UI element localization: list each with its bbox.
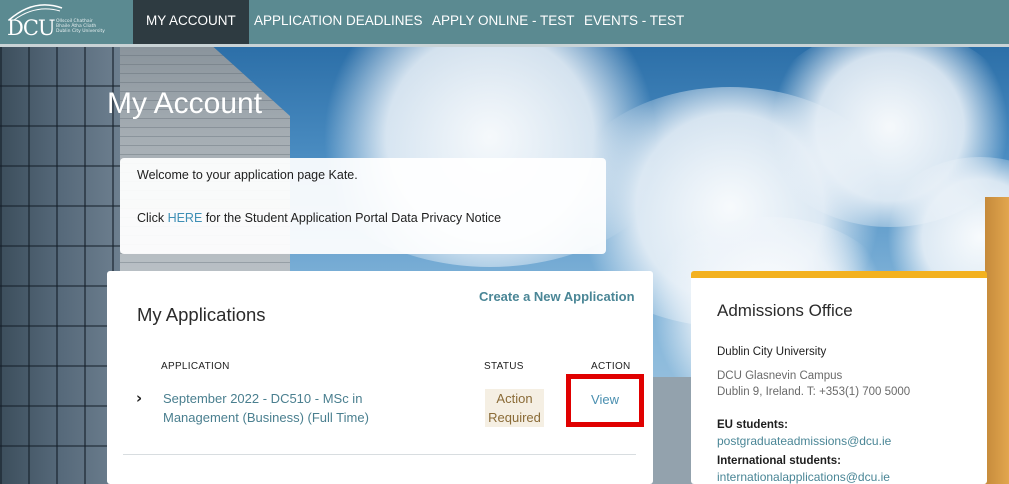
my-applications-title: My Applications: [137, 304, 266, 325]
building-right-edge: [985, 197, 1009, 484]
page-title: My Account: [107, 87, 263, 120]
column-header-action: ACTION: [591, 361, 631, 372]
privacy-notice-line: Click HERE for the Student Application P…: [137, 211, 502, 225]
welcome-message: Welcome to your application page Kate.: [137, 168, 358, 182]
building-distant: [650, 377, 695, 484]
international-students-label: International students:: [717, 455, 841, 467]
dcu-logo[interactable]: DCU Ollscoil Chathair Bhaile Átha Cliath…: [0, 0, 118, 44]
top-navbar: DCU Ollscoil Chathair Bhaile Átha Cliath…: [0, 0, 1009, 44]
logo-text: DCU: [7, 16, 56, 40]
application-name-link[interactable]: September 2022 - DC510 - MSc in Manageme…: [163, 390, 383, 427]
eu-students-email-link[interactable]: postgraduateadmissions@dcu.ie: [717, 434, 891, 448]
admissions-address-line1: DCU Glasnevin Campus: [717, 370, 843, 382]
hero-background: My Account Welcome to your application p…: [0, 47, 1009, 484]
nav-application-deadlines[interactable]: APPLICATION DEADLINES: [254, 0, 423, 44]
column-header-status: STATUS: [484, 361, 524, 372]
building-glass-facade: [0, 47, 120, 484]
admissions-office-title: Admissions Office: [717, 301, 853, 320]
admissions-address-line2: Dublin 9, Ireland. T: +353(1) 700 5000: [717, 386, 911, 398]
status-badge: Action Required: [485, 389, 544, 427]
column-header-application: APPLICATION: [161, 361, 230, 372]
nav-my-account[interactable]: MY ACCOUNT: [133, 0, 249, 44]
admissions-org: Dublin City University: [717, 346, 827, 358]
create-new-application-link[interactable]: Create a New Application: [479, 289, 635, 304]
my-applications-card: My Applications Create a New Application…: [107, 271, 653, 484]
welcome-panel: Welcome to your application page Kate. C…: [120, 158, 606, 254]
row-divider: [123, 454, 636, 455]
eu-students-label: EU students:: [717, 419, 788, 431]
admissions-office-card: Admissions Office Dublin City University…: [691, 271, 987, 484]
logo-subtitle: Ollscoil Chathair Bhaile Átha Cliath Dub…: [56, 19, 105, 34]
international-students-email-link[interactable]: internationalapplications@dcu.ie: [717, 470, 890, 484]
view-highlight-box: View: [566, 374, 644, 427]
view-application-link[interactable]: View: [571, 392, 639, 407]
nav-events-test[interactable]: EVENTS - TEST: [584, 0, 684, 44]
privacy-notice-link[interactable]: HERE: [168, 211, 203, 225]
nav-apply-online-test[interactable]: APPLY ONLINE - TEST: [432, 0, 575, 44]
chevron-right-icon[interactable]: ›: [136, 389, 142, 407]
